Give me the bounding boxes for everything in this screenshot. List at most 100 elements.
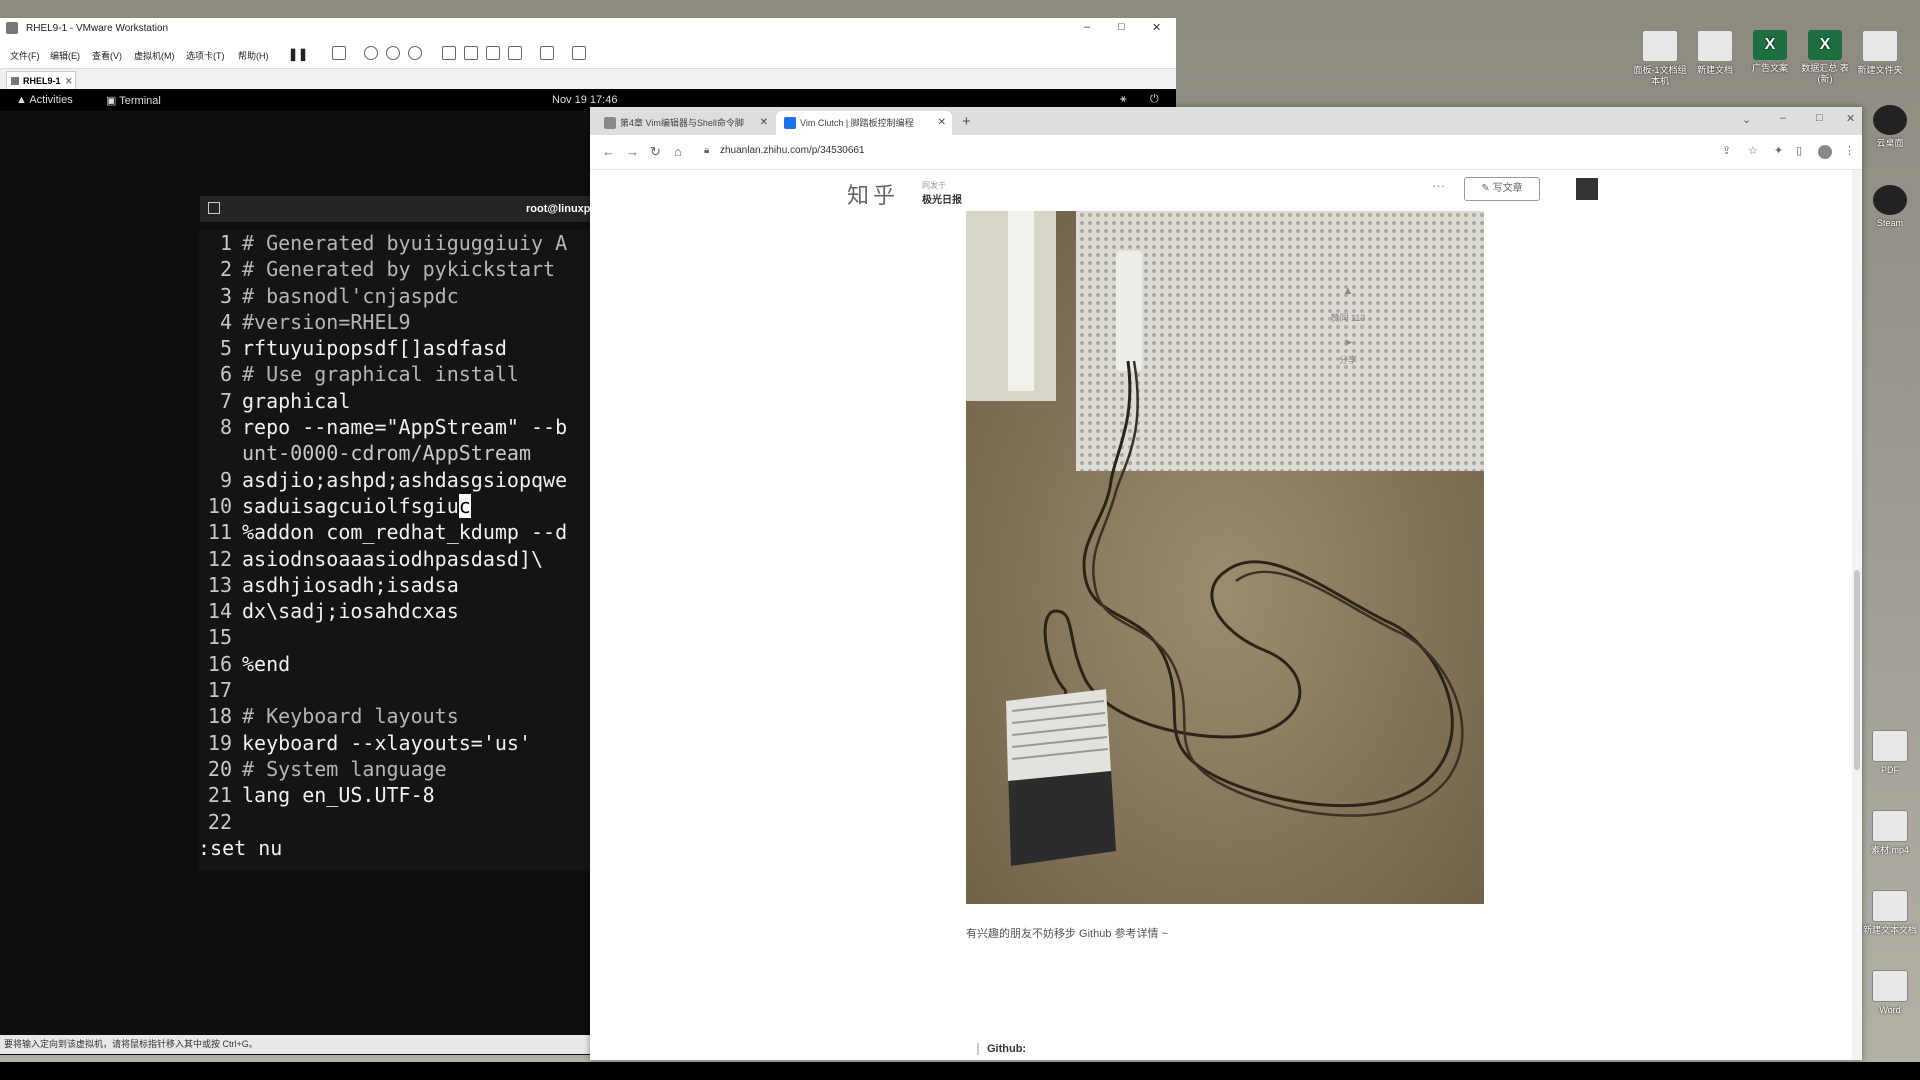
menu-file[interactable]: 文件(F) [10, 49, 40, 62]
desktop-icon[interactable]: 素材.mp4 [1860, 810, 1920, 856]
avatar[interactable] [1576, 178, 1598, 200]
close-tab-icon[interactable]: ✕ [760, 111, 768, 135]
power-icon[interactable]: ⏻ [1150, 93, 1159, 106]
lock-icon[interactable]: 🔒︎ [704, 145, 709, 156]
network-icon[interactable]: ⚹ [1120, 93, 1127, 106]
desktop-icon[interactable]: 云桌面 [1860, 105, 1920, 149]
desktop-icon[interactable]: 新建文本文档 [1860, 890, 1920, 936]
page-scrollbar[interactable] [1852, 170, 1862, 1060]
desktop-icon-label: Steam [1876, 218, 1903, 228]
desktop-icon[interactable]: 面板-1文档组 本机 [1630, 30, 1690, 87]
line-number: 3 [219, 283, 232, 308]
desktop-icon-label: Word [1879, 1005, 1901, 1015]
forward-icon[interactable]: → [626, 144, 639, 159]
app-menu-terminal[interactable]: ▣ Terminal [106, 94, 161, 107]
library-icon[interactable] [442, 46, 456, 60]
menu-vm[interactable]: 虚拟机(M) [134, 49, 175, 62]
desktop-icon[interactable]: Steam [1860, 185, 1920, 229]
reload-icon[interactable]: ↻ [650, 144, 661, 160]
address-bar[interactable]: zhuanlan.zhihu.com/p/34530661 [720, 145, 865, 156]
desktop-icon[interactable]: 新建文档 [1685, 30, 1745, 76]
tab-rhel9-1[interactable]: RHEL9-1 ✕ [6, 71, 76, 89]
vim-line: 4 #version=RHEL9 [198, 309, 590, 335]
home-icon[interactable]: ⌂ [674, 144, 682, 159]
vim-line: 14 dx\sadj;iosahdcxas [198, 598, 590, 624]
terminal-body[interactable]: 1 # Generated byuiiguggiuiy A 2 # Generated… [198, 230, 590, 870]
pause-icon[interactable]: ❚❚ [288, 47, 308, 61]
snapshot-manager-icon[interactable] [408, 46, 422, 60]
tab-favicon [604, 117, 616, 129]
close-icon[interactable]: ✕ [1152, 21, 1161, 34]
send-keys-icon[interactable] [332, 46, 346, 60]
video-file-icon [1872, 810, 1908, 842]
close-tab-icon[interactable]: ✕ [938, 111, 946, 135]
desktop-icon[interactable]: Word [1860, 970, 1920, 1016]
article-caption: 有兴趣的朋友不妨移步 Github 参考详情 ~ [966, 928, 1169, 940]
sidebar-icon[interactable]: ▯ [1796, 144, 1802, 157]
bookmark-star-icon[interactable]: ☆ [1748, 144, 1758, 157]
browser-tab[interactable]: 第4章 Vim编辑器与Shell命令脚 ✕ [596, 111, 774, 135]
vim-line: 13 asdhjiosadh;isadsa [198, 572, 590, 598]
activities-button[interactable]: ▲ Activities [16, 94, 73, 106]
tab-search-icon[interactable]: ⌄ [1742, 113, 1751, 126]
write-article-button[interactable]: ✎ 写文章 [1464, 177, 1540, 201]
vim-line: 12 asiodnsoaaasiodhpasdasd]\ [198, 546, 590, 572]
document-icon [1697, 30, 1733, 62]
line-text: rftuyuipopsdf[]asdfasd [242, 336, 507, 361]
vim-line: 20 # System language [198, 756, 590, 782]
menu-view[interactable]: 查看(V) [92, 49, 122, 62]
chrome-tabstrip: 第4章 Vim编辑器与Shell命令脚 ✕ Vim Clutch | 脚踏板控制… [590, 107, 1862, 135]
close-icon[interactable]: ✕ [1846, 112, 1855, 125]
thumbnail-icon[interactable] [464, 46, 478, 60]
menu-icon[interactable]: ⋮ [1844, 144, 1855, 157]
vim-line: 21 lang en_US.UTF-8 [198, 782, 590, 808]
app-icon [1873, 105, 1907, 135]
browser-tab-active[interactable]: Vim Clutch | 脚踏板控制编程 ✕ [776, 111, 952, 135]
line-number: 16 [207, 651, 232, 676]
column-name[interactable]: 极光日报 [922, 191, 962, 206]
desktop-icon[interactable]: X 广告文案 [1740, 30, 1800, 74]
back-icon[interactable]: ← [602, 144, 615, 159]
desktop-icon[interactable]: X 数据汇总 表(新) [1795, 30, 1855, 85]
extensions-icon[interactable]: ✦ [1774, 144, 1783, 157]
steam-icon [1873, 185, 1907, 215]
snapshot-icon[interactable] [364, 46, 378, 60]
line-text: asdjio;ashpd;ashdasgsiopqwe [242, 467, 568, 492]
terminal-title: root@linuxp [526, 203, 591, 215]
line-number: 15 [207, 625, 232, 650]
share-button[interactable]: ➤ 分享 [1318, 336, 1378, 366]
desktop-icon[interactable]: 新建文件夹 [1850, 30, 1910, 76]
menu-edit[interactable]: 编辑(E) [50, 49, 80, 62]
column-label: 同发于 [922, 181, 946, 190]
console-icon[interactable] [540, 46, 554, 60]
fullscreen-icon[interactable] [486, 46, 500, 60]
new-tab-icon[interactable]: + [962, 113, 971, 130]
vim-line: 8 repo --name="AppStream" --b [198, 414, 590, 440]
desktop-icon[interactable]: PDF [1860, 730, 1920, 776]
stretch-icon[interactable] [572, 46, 586, 60]
maximize-icon[interactable]: □ [1816, 112, 1823, 124]
scrollbar-thumb[interactable] [1854, 570, 1860, 770]
unity-icon[interactable] [508, 46, 522, 60]
share-icon[interactable]: ⇪ [1722, 144, 1731, 157]
maximize-icon[interactable]: □ [1118, 21, 1125, 33]
line-number: 9 [219, 467, 232, 492]
more-icon[interactable]: ··· [1432, 178, 1445, 193]
vim-line: 3 # basnodl'cnjaspdc [198, 283, 590, 309]
zhihu-logo[interactable]: 知乎 [847, 178, 899, 210]
desktop-icon-label: 云桌面 [1876, 138, 1904, 148]
minimize-icon[interactable]: – [1780, 112, 1786, 124]
minimize-icon[interactable]: – [1084, 21, 1090, 33]
revert-snapshot-icon[interactable] [386, 46, 400, 60]
line-number: 13 [207, 572, 232, 597]
new-tab-icon[interactable] [208, 202, 220, 214]
menu-help[interactable]: 帮助(H) [238, 49, 269, 62]
excel-icon: X [1753, 30, 1787, 60]
upvote-button[interactable]: ▲ 赞同 113 [1318, 285, 1378, 324]
menu-tabs[interactable]: 选项卡(T) [186, 49, 225, 62]
command-text: :set nu [198, 835, 283, 860]
profile-avatar[interactable] [1818, 145, 1832, 159]
line-number: 5 [219, 336, 232, 361]
close-tab-icon[interactable]: ✕ [65, 72, 73, 90]
clock[interactable]: Nov 19 17:46 [552, 94, 617, 106]
